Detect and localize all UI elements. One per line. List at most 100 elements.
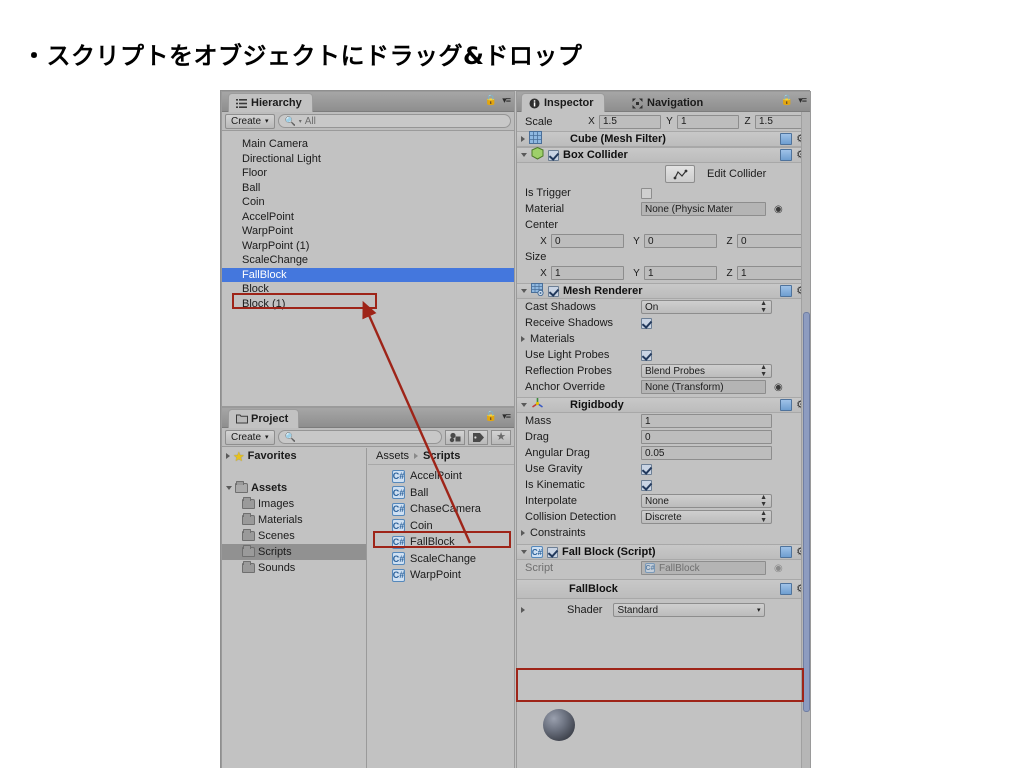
component-header-rigidbody[interactable]: Rigidbody ⚙ xyxy=(517,397,810,413)
chevron-down-icon[interactable] xyxy=(226,486,232,490)
scale-x-input[interactable]: 1.5 xyxy=(599,114,661,129)
project-favorites-row[interactable]: ★ Favorites xyxy=(222,448,366,464)
is-trigger-checkbox[interactable] xyxy=(641,187,652,199)
project-search-input[interactable]: 🔍 xyxy=(277,430,442,444)
hierarchy-item[interactable]: WarpPoint xyxy=(222,224,514,239)
hierarchy-item[interactable]: Coin xyxy=(222,195,514,210)
center-y-input[interactable]: 0 xyxy=(644,234,717,248)
object-picker-icon[interactable]: ◉ xyxy=(774,204,783,215)
project-assets-pane[interactable]: Assets Scripts C# AccelPoint C# Ball C# Cha… xyxy=(368,448,514,768)
chevron-down-icon[interactable] xyxy=(521,289,527,293)
project-tree-item-assets[interactable]: Assets xyxy=(222,480,366,496)
breadcrumb-root[interactable]: Assets xyxy=(376,450,409,462)
script-object-field[interactable]: C# FallBlock xyxy=(641,561,766,575)
component-header-material[interactable]: FallBlock ⚙ xyxy=(517,579,810,599)
chevron-right-icon[interactable] xyxy=(521,530,525,536)
reflection-probes-dropdown[interactable]: Blend Probes ▲ ▼ xyxy=(641,364,772,378)
cast-shadows-dropdown[interactable]: On ▲ ▼ xyxy=(641,300,772,314)
project-create-button[interactable]: Create ▾ xyxy=(225,429,275,445)
component-header-fall-block-script[interactable]: C# Fall Block (Script) ⚙ xyxy=(517,544,810,560)
project-tree-item-scenes[interactable]: Scenes xyxy=(222,528,366,544)
object-picker-icon[interactable]: ◉ xyxy=(774,382,783,393)
scale-y-input[interactable]: 1 xyxy=(677,114,739,129)
favorite-star-icon[interactable]: ★ xyxy=(491,429,511,445)
hierarchy-item[interactable]: Main Camera xyxy=(222,137,514,152)
hierarchy-item[interactable]: Directional Light xyxy=(222,152,514,167)
panel-menu-icon[interactable]: ▾≡ xyxy=(502,95,511,106)
lock-icon[interactable]: 🔒 xyxy=(781,95,793,106)
center-z-input[interactable]: 0 xyxy=(737,234,810,248)
drag-input[interactable]: 0 xyxy=(641,430,772,444)
component-header-box-collider[interactable]: Box Collider ⚙ xyxy=(517,146,810,163)
asset-item[interactable]: C# AccelPoint xyxy=(368,468,514,485)
collision-detection-dropdown[interactable]: Discrete ▲ ▼ xyxy=(641,510,772,524)
size-z-input[interactable]: 1 xyxy=(737,266,810,280)
mesh-renderer-enabled-checkbox[interactable] xyxy=(548,285,559,297)
project-tree-item-sounds[interactable]: Sounds xyxy=(222,560,366,576)
tab-inspector[interactable]: Inspector xyxy=(521,93,605,112)
hierarchy-item[interactable]: Floor xyxy=(222,166,514,181)
project-tree-item-scripts[interactable]: Scripts xyxy=(222,544,366,560)
panel-menu-icon[interactable]: ▾≡ xyxy=(502,411,511,422)
asset-item[interactable]: C# ChaseCamera xyxy=(368,501,514,518)
hierarchy-create-button[interactable]: Create ▾ xyxy=(225,113,275,129)
shader-dropdown[interactable]: Standard ▾ xyxy=(613,603,766,617)
project-tree-item-materials[interactable]: Materials xyxy=(222,512,366,528)
asset-item[interactable]: C# ScaleChange xyxy=(368,551,514,568)
tab-project[interactable]: Project xyxy=(228,409,300,428)
hierarchy-list[interactable]: Main Camera Directional Light Floor Ball… xyxy=(222,132,514,406)
box-collider-enabled-checkbox[interactable] xyxy=(548,149,559,161)
materials-row[interactable]: Materials xyxy=(517,331,810,347)
help-icon[interactable] xyxy=(780,546,793,558)
tab-hierarchy[interactable]: Hierarchy xyxy=(228,93,313,112)
label-filter-icon[interactable] xyxy=(468,429,488,445)
chevron-down-icon[interactable] xyxy=(521,403,527,407)
help-icon[interactable] xyxy=(780,399,793,411)
object-filter-icon[interactable] xyxy=(445,429,465,445)
receive-shadows-checkbox[interactable] xyxy=(641,317,652,329)
inspector-scrollbar-thumb[interactable] xyxy=(803,312,810,712)
fall-block-script-enabled-checkbox[interactable] xyxy=(547,546,558,558)
asset-item[interactable]: C# WarpPoint xyxy=(368,567,514,584)
help-icon[interactable] xyxy=(780,149,793,161)
hierarchy-item[interactable]: AccelPoint xyxy=(222,210,514,225)
mass-input[interactable]: 1 xyxy=(641,414,772,428)
project-tree-item-images[interactable]: Images xyxy=(222,496,366,512)
chevron-right-icon[interactable] xyxy=(521,607,525,613)
use-light-probes-checkbox[interactable] xyxy=(641,349,652,361)
hierarchy-item-fallblock[interactable]: FallBlock xyxy=(222,267,514,282)
edit-collider-button[interactable] xyxy=(665,165,695,183)
hierarchy-search-input[interactable]: 🔍 ▾ All xyxy=(277,114,511,128)
panel-menu-icon[interactable]: ▾≡ xyxy=(798,95,807,106)
interpolate-dropdown[interactable]: None ▲ ▼ xyxy=(641,494,772,508)
project-tree-pane[interactable]: ★ Favorites Assets Images Materials Scen… xyxy=(222,448,367,768)
is-kinematic-checkbox[interactable] xyxy=(641,479,652,491)
tab-navigation[interactable]: Navigation xyxy=(624,93,714,112)
asset-list[interactable]: C# AccelPoint C# Ball C# ChaseCamera C# Coin… xyxy=(368,465,514,584)
help-icon[interactable] xyxy=(780,583,793,595)
component-header-mesh-filter[interactable]: Cube (Mesh Filter) ⚙ xyxy=(517,131,810,147)
hierarchy-item[interactable]: ScaleChange xyxy=(222,253,514,268)
collider-material-field[interactable]: None (Physic Mater xyxy=(641,202,766,216)
object-picker-icon[interactable]: ◉ xyxy=(774,563,783,574)
size-x-input[interactable]: 1 xyxy=(551,266,624,280)
constraints-row[interactable]: Constraints xyxy=(517,525,810,541)
component-header-mesh-renderer[interactable]: Mesh Renderer ⚙ xyxy=(517,283,810,299)
chevron-down-icon[interactable] xyxy=(521,153,527,157)
chevron-right-icon[interactable] xyxy=(226,453,230,459)
angular-drag-input[interactable]: 0.05 xyxy=(641,446,772,460)
anchor-override-field[interactable]: None (Transform) xyxy=(641,380,766,394)
asset-item[interactable]: C# Ball xyxy=(368,485,514,502)
help-icon[interactable] xyxy=(780,285,793,297)
chevron-right-icon[interactable] xyxy=(521,136,525,142)
chevron-right-icon[interactable] xyxy=(521,336,525,342)
chevron-down-icon[interactable] xyxy=(521,550,527,554)
hierarchy-item[interactable]: Ball xyxy=(222,181,514,196)
center-x-input[interactable]: 0 xyxy=(551,234,624,248)
lock-icon[interactable]: 🔒 xyxy=(485,95,497,106)
size-y-input[interactable]: 1 xyxy=(644,266,717,280)
use-gravity-checkbox[interactable] xyxy=(641,463,652,475)
hierarchy-item[interactable]: WarpPoint (1) xyxy=(222,239,514,254)
lock-icon[interactable]: 🔒 xyxy=(485,411,497,422)
help-icon[interactable] xyxy=(780,133,793,145)
